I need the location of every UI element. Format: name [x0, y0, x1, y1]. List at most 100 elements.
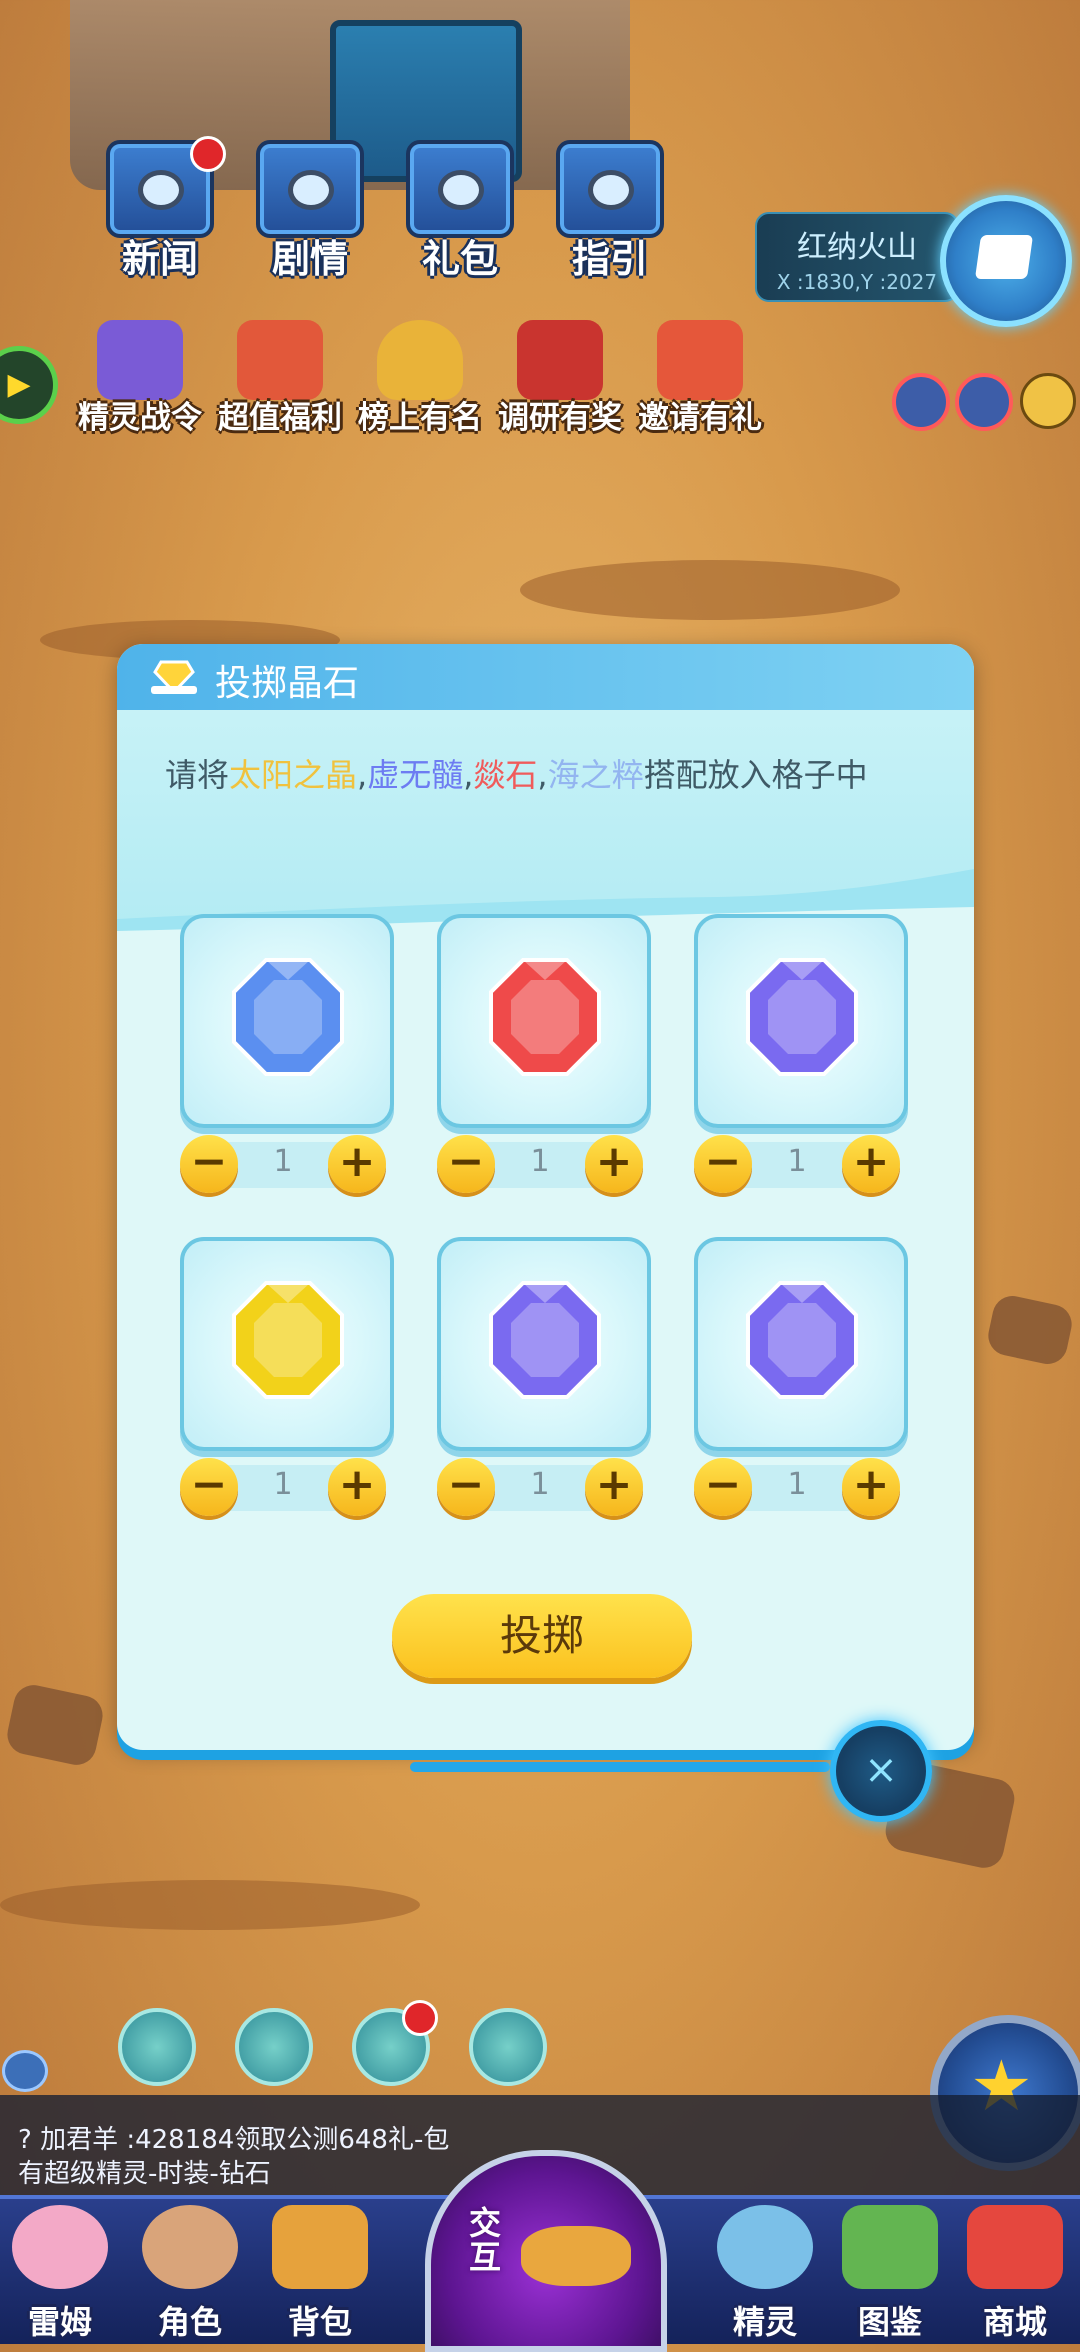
- quantity-value: 1: [273, 1467, 293, 1502]
- nav-bag[interactable]: 背包: [260, 2205, 380, 2341]
- quantity-value: 1: [273, 1144, 293, 1179]
- menu-toggle-icon[interactable]: [1020, 373, 1076, 429]
- nav-atlas[interactable]: 图鉴: [830, 2205, 950, 2341]
- instruction-suffix: 搭配放入格子中: [643, 756, 868, 794]
- interact-hub-button[interactable]: 交互: [425, 2150, 667, 2352]
- decrement-button[interactable]: −: [437, 1135, 495, 1193]
- quantity-stepper: −1 +: [694, 1132, 900, 1198]
- purple-gem-icon: [746, 1281, 858, 1399]
- guide-label: 指引: [571, 237, 648, 281]
- dialog-title: 投掷晶石: [215, 663, 360, 704]
- gem-slot-3[interactable]: [694, 914, 908, 1128]
- increment-button[interactable]: +: [328, 1458, 386, 1516]
- nav-leimu[interactable]: 雷姆: [0, 2205, 120, 2341]
- backpack-icon: [272, 2205, 368, 2289]
- invite-button[interactable]: 邀请有礼: [630, 320, 770, 440]
- close-button[interactable]: ×: [830, 1720, 932, 1822]
- quantity-stepper: −1 +: [437, 1455, 643, 1521]
- story-button[interactable]: 剧情: [250, 140, 370, 281]
- sprite-creature-icon: [717, 2205, 813, 2289]
- crystal-title-icon: [151, 660, 197, 695]
- quantity-value: 1: [530, 1467, 550, 1502]
- nav-bag-label: 背包: [287, 2303, 352, 2341]
- map-button[interactable]: [940, 195, 1072, 327]
- gem-slot-1[interactable]: [180, 914, 394, 1128]
- gift-box-icon: [237, 320, 323, 400]
- close-icon: ×: [864, 1747, 898, 1793]
- quantity-value: 1: [530, 1144, 550, 1179]
- story-label: 剧情: [271, 237, 348, 281]
- quantity-value: 1: [787, 1467, 807, 1502]
- gem-slot-4[interactable]: [180, 1237, 394, 1451]
- increment-button[interactable]: +: [585, 1135, 643, 1193]
- decrement-button[interactable]: −: [437, 1458, 495, 1516]
- quick-bell-icon[interactable]: [469, 2008, 547, 2086]
- quantity-stepper: −1 +: [180, 1455, 386, 1521]
- nav-shop-label: 商城: [982, 2303, 1047, 2341]
- decrement-button[interactable]: −: [180, 1458, 238, 1516]
- welfare-button[interactable]: 超值福利: [210, 320, 350, 440]
- separator: ,: [463, 756, 474, 794]
- item-fire-stone: 燚石: [473, 756, 538, 794]
- news-button[interactable]: 新闻: [100, 136, 226, 281]
- ground-crack: [0, 1880, 420, 1930]
- gift-button[interactable]: 礼包: [400, 140, 520, 281]
- gem-slot-5[interactable]: [437, 1237, 651, 1451]
- atlas-book-icon: [842, 2205, 938, 2289]
- quantity-stepper: −1 +: [180, 1132, 386, 1198]
- mute-icon[interactable]: [892, 373, 950, 431]
- quick-team-icon[interactable]: [235, 2008, 313, 2086]
- purple-gem-icon: [489, 1281, 601, 1399]
- increment-button[interactable]: +: [328, 1135, 386, 1193]
- rock: [984, 1292, 1076, 1368]
- quantity-stepper: −1 +: [694, 1455, 900, 1521]
- gem-slot-2[interactable]: [437, 914, 651, 1128]
- yellow-gem-icon: [232, 1281, 344, 1399]
- ground-crack: [520, 560, 900, 620]
- ranking-button[interactable]: 榜上有名: [350, 320, 490, 440]
- decrement-button[interactable]: −: [694, 1135, 752, 1193]
- decrement-button[interactable]: −: [180, 1135, 238, 1193]
- red-gem-icon: [489, 958, 601, 1076]
- guide-button[interactable]: 指引: [550, 140, 670, 281]
- leimu-avatar-icon: [12, 2205, 108, 2289]
- invite-label: 邀请有礼: [638, 400, 762, 436]
- throw-crystal-dialog: 投掷晶石 请将太阳之晶,虚无髓,燚石,海之粹搭配放入格子中 −1 + −1 + −1 + −…: [117, 644, 974, 1750]
- chat-bubble-icon[interactable]: [2, 2050, 48, 2092]
- decrement-button[interactable]: −: [694, 1458, 752, 1516]
- throw-button[interactable]: 投掷: [392, 1594, 692, 1678]
- chat-line-1: ? 加君羊 :428184领取公测648礼-包: [18, 2125, 450, 2155]
- treasure-chest-icon: [517, 320, 603, 400]
- trophy-icon: [377, 320, 463, 400]
- item-sun-crystal: 太阳之晶: [229, 756, 358, 794]
- item-sea-essence: 海之粹: [547, 756, 644, 794]
- nav-sprite[interactable]: 精灵: [705, 2205, 825, 2341]
- item-void-marrow: 虚无髓: [367, 756, 464, 794]
- quantity-stepper: −1 +: [437, 1132, 643, 1198]
- interact-label: 交互: [469, 2204, 502, 2276]
- battle-pass-button[interactable]: 精灵战令: [70, 320, 210, 440]
- nav-role[interactable]: 角色: [130, 2205, 250, 2341]
- nav-atlas-label: 图鉴: [857, 2303, 922, 2341]
- survey-button[interactable]: 调研有奖: [490, 320, 630, 440]
- increment-button[interactable]: +: [585, 1458, 643, 1516]
- increment-button[interactable]: +: [842, 1135, 900, 1193]
- increment-button[interactable]: +: [842, 1458, 900, 1516]
- location-name: 红纳火山: [797, 230, 917, 265]
- nav-sprite-label: 精灵: [732, 2303, 797, 2341]
- gift-icon: [406, 140, 514, 238]
- shop-icon: [967, 2205, 1063, 2289]
- role-avatar-icon: [142, 2205, 238, 2289]
- invitation-icon: [657, 320, 743, 400]
- rock: [3, 1681, 107, 1769]
- story-icon: [256, 140, 364, 238]
- no-effects-icon[interactable]: [955, 373, 1013, 431]
- quick-island-icon[interactable]: [118, 2008, 196, 2086]
- quantity-value: 1: [787, 1144, 807, 1179]
- location-coords: X :1830,Y :2027: [776, 270, 938, 294]
- instruction-text: 请将太阳之晶,虚无髓,燚石,海之粹搭配放入格子中: [165, 750, 868, 796]
- nav-role-label: 角色: [157, 2303, 222, 2341]
- gem-slot-6[interactable]: [694, 1237, 908, 1451]
- nav-shop[interactable]: 商城: [955, 2205, 1075, 2341]
- guide-icon: [556, 140, 664, 238]
